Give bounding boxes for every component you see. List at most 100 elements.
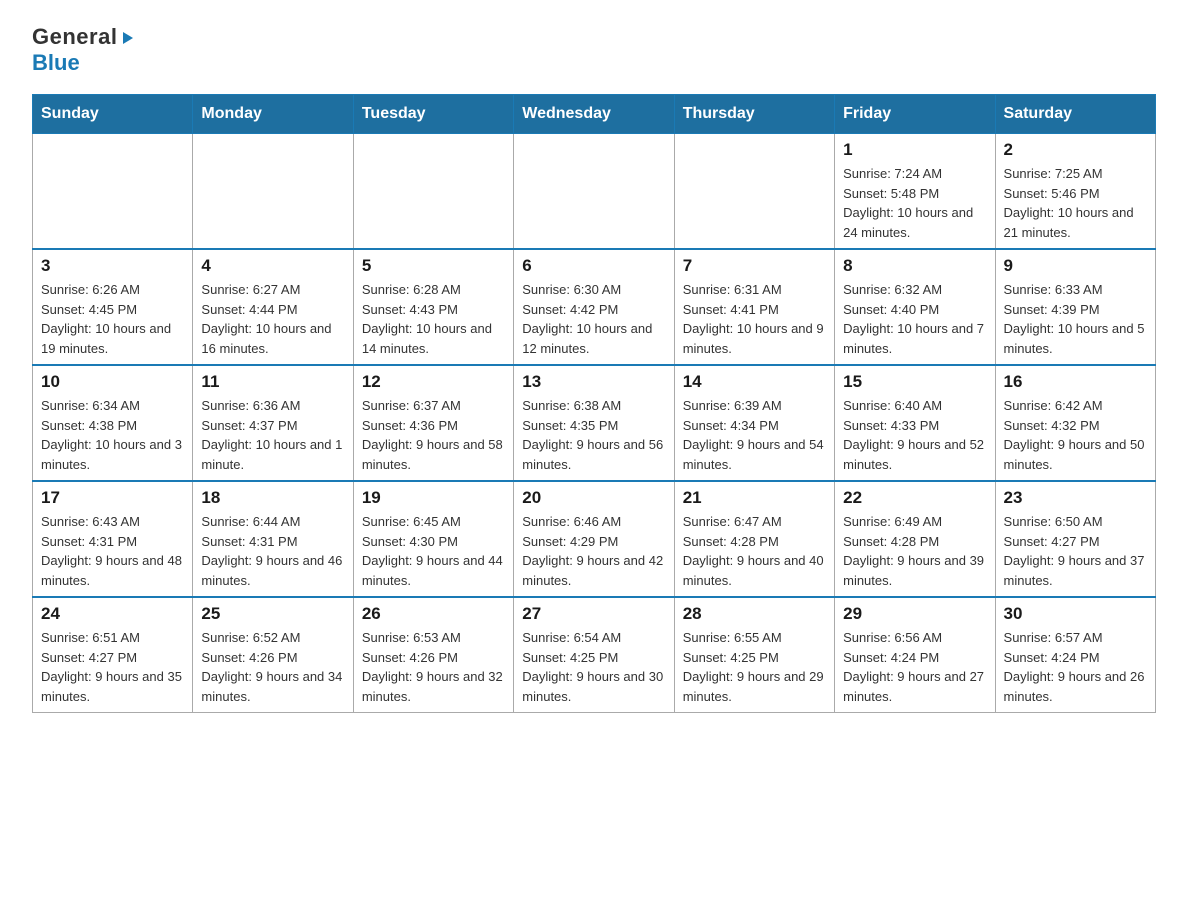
day-number: 27 xyxy=(522,604,665,624)
day-number: 1 xyxy=(843,140,986,160)
page-header: General Blue xyxy=(32,24,1156,76)
calendar-header-row: SundayMondayTuesdayWednesdayThursdayFrid… xyxy=(33,95,1156,134)
weekday-header-wednesday: Wednesday xyxy=(514,95,674,134)
day-info: Sunrise: 6:36 AMSunset: 4:37 PMDaylight:… xyxy=(201,396,344,474)
calendar-cell: 27 Sunrise: 6:54 AMSunset: 4:25 PMDayligh… xyxy=(514,597,674,713)
day-number: 29 xyxy=(843,604,986,624)
calendar-cell: 5 Sunrise: 6:28 AMSunset: 4:43 PMDaylight… xyxy=(353,249,513,365)
day-info: Sunrise: 6:57 AMSunset: 4:24 PMDaylight:… xyxy=(1004,628,1147,706)
day-info: Sunrise: 6:30 AMSunset: 4:42 PMDaylight:… xyxy=(522,280,665,358)
calendar-cell: 2 Sunrise: 7:25 AMSunset: 5:46 PMDaylight… xyxy=(995,134,1155,250)
calendar-cell: 29 Sunrise: 6:56 AMSunset: 4:24 PMDayligh… xyxy=(835,597,995,713)
calendar-week-row: 17 Sunrise: 6:43 AMSunset: 4:31 PMDayligh… xyxy=(33,481,1156,597)
day-number: 7 xyxy=(683,256,826,276)
day-number: 23 xyxy=(1004,488,1147,508)
calendar-cell: 1 Sunrise: 7:24 AMSunset: 5:48 PMDaylight… xyxy=(835,134,995,250)
day-number: 19 xyxy=(362,488,505,508)
day-info: Sunrise: 7:25 AMSunset: 5:46 PMDaylight:… xyxy=(1004,164,1147,242)
day-number: 20 xyxy=(522,488,665,508)
weekday-header-friday: Friday xyxy=(835,95,995,134)
day-info: Sunrise: 6:44 AMSunset: 4:31 PMDaylight:… xyxy=(201,512,344,590)
day-info: Sunrise: 6:34 AMSunset: 4:38 PMDaylight:… xyxy=(41,396,184,474)
day-info: Sunrise: 6:37 AMSunset: 4:36 PMDaylight:… xyxy=(362,396,505,474)
day-info: Sunrise: 6:54 AMSunset: 4:25 PMDaylight:… xyxy=(522,628,665,706)
calendar-cell: 11 Sunrise: 6:36 AMSunset: 4:37 PMDayligh… xyxy=(193,365,353,481)
logo-general-text: General xyxy=(32,24,135,50)
day-number: 18 xyxy=(201,488,344,508)
day-number: 2 xyxy=(1004,140,1147,160)
weekday-header-thursday: Thursday xyxy=(674,95,834,134)
calendar-cell: 7 Sunrise: 6:31 AMSunset: 4:41 PMDaylight… xyxy=(674,249,834,365)
day-number: 5 xyxy=(362,256,505,276)
day-number: 3 xyxy=(41,256,184,276)
calendar-cell xyxy=(353,134,513,250)
day-info: Sunrise: 6:56 AMSunset: 4:24 PMDaylight:… xyxy=(843,628,986,706)
day-number: 17 xyxy=(41,488,184,508)
calendar-cell: 3 Sunrise: 6:26 AMSunset: 4:45 PMDaylight… xyxy=(33,249,193,365)
day-number: 16 xyxy=(1004,372,1147,392)
day-number: 21 xyxy=(683,488,826,508)
calendar-cell: 13Sunrise: 6:38 AMSunset: 4:35 PMDayligh… xyxy=(514,365,674,481)
calendar-cell xyxy=(193,134,353,250)
calendar-week-row: 24 Sunrise: 6:51 AMSunset: 4:27 PMDayligh… xyxy=(33,597,1156,713)
weekday-header-tuesday: Tuesday xyxy=(353,95,513,134)
day-info: Sunrise: 6:28 AMSunset: 4:43 PMDaylight:… xyxy=(362,280,505,358)
logo-blue-text: Blue xyxy=(32,50,80,76)
logo: General Blue xyxy=(32,24,135,76)
day-info: Sunrise: 6:42 AMSunset: 4:32 PMDaylight:… xyxy=(1004,396,1147,474)
calendar-cell: 22 Sunrise: 6:49 AMSunset: 4:28 PMDayligh… xyxy=(835,481,995,597)
calendar-cell: 19 Sunrise: 6:45 AMSunset: 4:30 PMDayligh… xyxy=(353,481,513,597)
weekday-header-sunday: Sunday xyxy=(33,95,193,134)
weekday-header-monday: Monday xyxy=(193,95,353,134)
day-number: 25 xyxy=(201,604,344,624)
calendar-cell: 4Sunrise: 6:27 AMSunset: 4:44 PMDaylight… xyxy=(193,249,353,365)
day-number: 26 xyxy=(362,604,505,624)
day-info: Sunrise: 7:24 AMSunset: 5:48 PMDaylight:… xyxy=(843,164,986,242)
calendar-cell: 28 Sunrise: 6:55 AMSunset: 4:25 PMDayligh… xyxy=(674,597,834,713)
calendar-week-row: 3 Sunrise: 6:26 AMSunset: 4:45 PMDaylight… xyxy=(33,249,1156,365)
day-info: Sunrise: 6:40 AMSunset: 4:33 PMDaylight:… xyxy=(843,396,986,474)
calendar-week-row: 1 Sunrise: 7:24 AMSunset: 5:48 PMDaylight… xyxy=(33,134,1156,250)
calendar-cell: 9Sunrise: 6:33 AMSunset: 4:39 PMDaylight… xyxy=(995,249,1155,365)
day-info: Sunrise: 6:33 AMSunset: 4:39 PMDaylight:… xyxy=(1004,280,1147,358)
calendar-cell xyxy=(514,134,674,250)
calendar-table: SundayMondayTuesdayWednesdayThursdayFrid… xyxy=(32,94,1156,713)
day-number: 28 xyxy=(683,604,826,624)
calendar-cell xyxy=(33,134,193,250)
day-info: Sunrise: 6:50 AMSunset: 4:27 PMDaylight:… xyxy=(1004,512,1147,590)
day-number: 11 xyxy=(201,372,344,392)
calendar-cell: 10Sunrise: 6:34 AMSunset: 4:38 PMDayligh… xyxy=(33,365,193,481)
day-number: 15 xyxy=(843,372,986,392)
day-info: Sunrise: 6:27 AMSunset: 4:44 PMDaylight:… xyxy=(201,280,344,358)
calendar-cell xyxy=(674,134,834,250)
day-number: 22 xyxy=(843,488,986,508)
day-number: 24 xyxy=(41,604,184,624)
day-number: 14 xyxy=(683,372,826,392)
day-info: Sunrise: 6:38 AMSunset: 4:35 PMDaylight:… xyxy=(522,396,665,474)
day-info: Sunrise: 6:51 AMSunset: 4:27 PMDaylight:… xyxy=(41,628,184,706)
day-info: Sunrise: 6:52 AMSunset: 4:26 PMDaylight:… xyxy=(201,628,344,706)
calendar-cell: 21 Sunrise: 6:47 AMSunset: 4:28 PMDayligh… xyxy=(674,481,834,597)
day-info: Sunrise: 6:53 AMSunset: 4:26 PMDaylight:… xyxy=(362,628,505,706)
day-info: Sunrise: 6:31 AMSunset: 4:41 PMDaylight:… xyxy=(683,280,826,358)
calendar-cell: 16 Sunrise: 6:42 AMSunset: 4:32 PMDayligh… xyxy=(995,365,1155,481)
day-info: Sunrise: 6:26 AMSunset: 4:45 PMDaylight:… xyxy=(41,280,184,358)
calendar-cell: 6 Sunrise: 6:30 AMSunset: 4:42 PMDaylight… xyxy=(514,249,674,365)
day-info: Sunrise: 6:43 AMSunset: 4:31 PMDaylight:… xyxy=(41,512,184,590)
day-info: Sunrise: 6:39 AMSunset: 4:34 PMDaylight:… xyxy=(683,396,826,474)
day-info: Sunrise: 6:55 AMSunset: 4:25 PMDaylight:… xyxy=(683,628,826,706)
calendar-cell: 20Sunrise: 6:46 AMSunset: 4:29 PMDayligh… xyxy=(514,481,674,597)
calendar-cell: 14 Sunrise: 6:39 AMSunset: 4:34 PMDayligh… xyxy=(674,365,834,481)
calendar-cell: 8Sunrise: 6:32 AMSunset: 4:40 PMDaylight… xyxy=(835,249,995,365)
calendar-week-row: 10Sunrise: 6:34 AMSunset: 4:38 PMDayligh… xyxy=(33,365,1156,481)
calendar-cell: 23 Sunrise: 6:50 AMSunset: 4:27 PMDayligh… xyxy=(995,481,1155,597)
day-number: 6 xyxy=(522,256,665,276)
day-info: Sunrise: 6:49 AMSunset: 4:28 PMDaylight:… xyxy=(843,512,986,590)
calendar-cell: 26 Sunrise: 6:53 AMSunset: 4:26 PMDayligh… xyxy=(353,597,513,713)
day-number: 12 xyxy=(362,372,505,392)
day-info: Sunrise: 6:47 AMSunset: 4:28 PMDaylight:… xyxy=(683,512,826,590)
calendar-cell: 18 Sunrise: 6:44 AMSunset: 4:31 PMDayligh… xyxy=(193,481,353,597)
day-info: Sunrise: 6:32 AMSunset: 4:40 PMDaylight:… xyxy=(843,280,986,358)
day-info: Sunrise: 6:45 AMSunset: 4:30 PMDaylight:… xyxy=(362,512,505,590)
calendar-cell: 17 Sunrise: 6:43 AMSunset: 4:31 PMDayligh… xyxy=(33,481,193,597)
